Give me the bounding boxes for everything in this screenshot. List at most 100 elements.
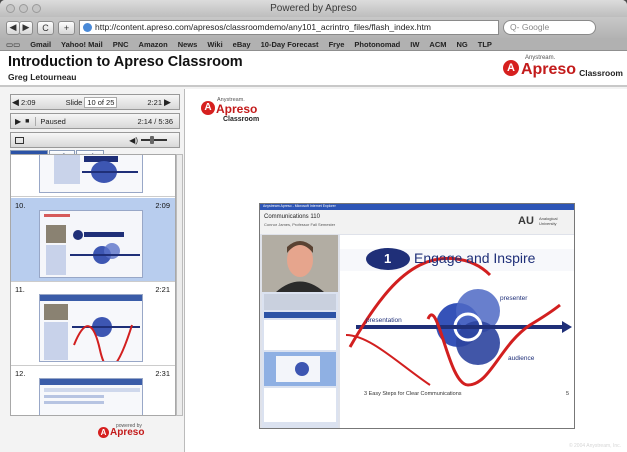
scene-thumbnail	[39, 294, 143, 362]
main-logo-wordmark: Apreso	[216, 102, 258, 116]
slide-thumbnail-graphic	[40, 379, 142, 404]
slide-label-audience: audience	[508, 355, 535, 362]
slide-org-name: Analogical University	[539, 216, 558, 226]
close-window-button[interactable]	[6, 4, 15, 13]
page-content: Introduction to Apreso Classroom Greg Le…	[0, 51, 627, 452]
slide-number-field[interactable]: 10 of 25	[84, 96, 118, 108]
add-bookmark-button[interactable]: +	[58, 20, 75, 35]
panel-logo-wordmark: Apreso	[110, 427, 145, 438]
panel-logo-icon: A	[98, 427, 109, 438]
slide-content-area: 1 Engage and Inspire presenter presentat…	[340, 235, 574, 428]
scene-thumbnail	[39, 155, 143, 193]
logo-tagline: Anystream.	[524, 55, 556, 61]
bookmark-gmail[interactable]: Gmail	[30, 40, 51, 49]
bookmark-pnc[interactable]: PNC	[113, 40, 129, 49]
slide-thumbnail-graphic	[54, 155, 138, 184]
volume-icon[interactable]: ◀)	[129, 136, 138, 145]
bookmark-ng[interactable]: NG	[457, 40, 468, 49]
volume-slider[interactable]	[141, 136, 167, 144]
prev-slide-time: 2:09	[21, 97, 36, 107]
copyright-watermark: © 2004 Anystream, Inc.	[568, 443, 621, 449]
scene-thumbnail	[39, 210, 143, 278]
window-title: Powered by Apreso	[270, 3, 357, 14]
slide-page-number: 5	[566, 391, 570, 397]
slide-thumbnail-graphic	[40, 211, 142, 277]
presenter-video-frame	[262, 235, 338, 292]
player-panel: ◀ 2:09 Slide 10 of 25 2:21 ▶ ▶ ■ Paused …	[10, 89, 183, 452]
playback-status: Paused	[35, 116, 66, 126]
list-item[interactable]: 10. 2:09	[11, 198, 175, 282]
prev-slide-button[interactable]: ◀	[12, 97, 19, 108]
bookmark-amazon[interactable]: Amazon	[139, 40, 168, 49]
next-slide-time: 2:21	[147, 97, 163, 107]
bookmark-ebay[interactable]: eBay	[233, 40, 251, 49]
forward-button[interactable]: ▶	[19, 20, 33, 35]
bookmark-iw[interactable]: IW	[410, 40, 419, 49]
scene-time: 2:21	[155, 285, 170, 294]
bookmark-photonomad[interactable]: Photonomad	[354, 40, 400, 49]
scene-number: 10.	[15, 201, 26, 210]
scene-number: 12.	[15, 369, 26, 378]
bookmark-acm[interactable]: ACM	[429, 40, 446, 49]
volume-knob[interactable]	[150, 136, 154, 144]
slide-heading: Engage and Inspire	[414, 250, 536, 266]
bookmark-news[interactable]: News	[178, 40, 198, 49]
search-icon: Q-	[510, 22, 520, 32]
play-icon[interactable]: ▶	[15, 117, 21, 126]
slide-course: Communications 110	[264, 214, 320, 220]
search-placeholder: Google	[521, 22, 550, 32]
presentation-header: Introduction to Apreso Classroom Greg Le…	[0, 51, 627, 87]
scene-time: 2:09	[155, 201, 170, 210]
search-field[interactable]: Q- Google	[503, 20, 596, 35]
slide-step-number: 1	[384, 251, 392, 266]
presenter-video	[262, 235, 338, 292]
list-item[interactable]: 11. 2:21	[11, 282, 175, 366]
slide-thumbnail-graphic	[40, 295, 142, 361]
bookmark-yahoo-mail[interactable]: Yahoo! Mail	[61, 40, 103, 49]
slide-org-mark: AU	[518, 215, 534, 227]
slide-mini-player	[262, 292, 338, 428]
browser-toolbar: ◀ ▶ C + http://content.apreso.com/apreso…	[0, 17, 627, 38]
minimize-window-button[interactable]	[19, 4, 28, 13]
apreso-logo-icon: A	[502, 60, 519, 76]
bookmark-forecast[interactable]: 10-Day Forecast	[261, 40, 319, 49]
scenes-scrollbar[interactable]	[176, 154, 183, 416]
slide-navigator: ◀ 2:09 Slide 10 of 25 2:21 ▶	[10, 94, 180, 110]
playback-bar: ▶ ■ Paused 2:14 / 5:36	[10, 113, 180, 129]
title-bar: Powered by Apreso	[0, 0, 627, 17]
slide-label: Slide	[65, 97, 83, 107]
current-slide: Anystream Apreso - Microsoft Internet Ex…	[259, 203, 575, 429]
scene-thumbnail	[39, 378, 143, 415]
list-item[interactable]: 12. 2:31	[11, 366, 175, 415]
zoom-window-button[interactable]	[32, 4, 41, 13]
address-bar[interactable]: http://content.apreso.com/apresos/classr…	[79, 20, 499, 35]
back-button[interactable]: ◀	[6, 20, 20, 35]
slide-window-title: Anystream Apreso - Microsoft Internet Ex…	[263, 204, 336, 208]
bookmark-wiki[interactable]: Wiki	[207, 40, 222, 49]
slide-label-presentation: presentation	[366, 317, 402, 324]
main-logo-icon: A	[201, 101, 215, 115]
playback-time: 2:14 / 5:36	[137, 116, 173, 126]
bookmark-tlp[interactable]: TLP	[478, 40, 492, 49]
logo-wordmark: Apreso	[520, 61, 577, 78]
page-title: Introduction to Apreso Classroom	[8, 54, 243, 70]
scene-time: 2:31	[155, 369, 170, 378]
slide-label-presenter: presenter	[500, 295, 528, 302]
reload-button[interactable]: C	[37, 20, 54, 35]
url-text: http://content.apreso.com/apresos/classr…	[95, 22, 431, 32]
bookmark-frye[interactable]: Frye	[329, 40, 345, 49]
book-icon[interactable]: ▭▭	[6, 40, 20, 49]
apreso-logo: A Anystream. Apreso Classroom	[502, 54, 623, 82]
stop-icon[interactable]: ■	[25, 118, 29, 125]
scene-number: 11.	[15, 285, 25, 294]
next-slide-button[interactable]: ▶	[164, 97, 171, 108]
scenes-list[interactable]: 10. 2:09 11. 2:21 12. 2:31	[10, 154, 176, 416]
author-name: Greg Letourneau	[8, 72, 77, 82]
slide-mini-player-graphic	[264, 294, 336, 422]
slide-instructor: Connor James, Professor Fall Semester	[264, 222, 336, 227]
layout-icon[interactable]	[15, 136, 24, 144]
list-item[interactable]	[11, 155, 175, 197]
bookmarks-bar: ▭▭ Gmail Yahoo! Mail PNC Amazon News Wik…	[0, 38, 627, 51]
slide-caption: 3 Easy Steps for Clear Communications	[364, 391, 462, 397]
logo-suffix: Classroom	[579, 67, 623, 78]
